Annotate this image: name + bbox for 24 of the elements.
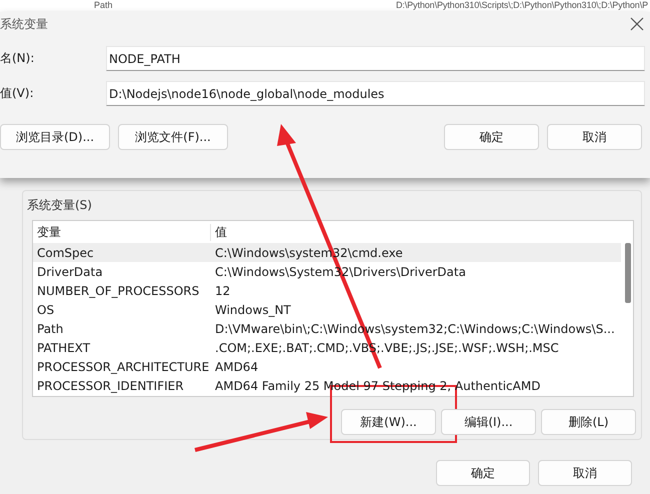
- cancel-button[interactable]: 取消: [547, 124, 642, 150]
- input-field[interactable]: D:\Nodejs\node16\node_global\node_modules: [106, 81, 645, 106]
- background-row-name: Path: [94, 0, 113, 12]
- edit-button[interactable]: 编辑(I)...: [441, 409, 536, 435]
- scrollbar-thumb[interactable]: [625, 243, 631, 303]
- browse-button[interactable]: 浏览目录(D)...: [0, 124, 110, 150]
- field-label: 名(N):: [0, 50, 36, 67]
- field-label: 值(V):: [0, 85, 35, 102]
- ok-button[interactable]: 确定: [436, 460, 530, 486]
- dialog-title: 系统变量: [0, 16, 48, 32]
- new-button[interactable]: 新建(W)...: [341, 409, 436, 435]
- ok-button[interactable]: 确定: [444, 124, 539, 150]
- input-field[interactable]: NODE_PATH: [106, 46, 645, 71]
- list-row[interactable]: PROCESSOR_ARCHITECTURE AMD64: [33, 357, 621, 376]
- close-icon[interactable]: [630, 17, 644, 31]
- cancel-button[interactable]: 取消: [538, 460, 632, 486]
- list-row[interactable]: NUMBER_OF_PROCESSORS 12: [33, 281, 621, 300]
- browse-button[interactable]: 浏览文件(F)...: [118, 124, 228, 150]
- background-row-value: D:\Python\Python310\Scripts\;D:\Python\Python310\;D:\Python\P: [396, 0, 648, 12]
- column-header[interactable]: 值: [211, 224, 227, 240]
- column-header[interactable]: 变量: [33, 224, 211, 240]
- list-row[interactable]: OS Windows_NT: [33, 300, 621, 319]
- delete-button[interactable]: 删除(L): [541, 409, 636, 435]
- group-title: 系统变量(S): [27, 197, 93, 214]
